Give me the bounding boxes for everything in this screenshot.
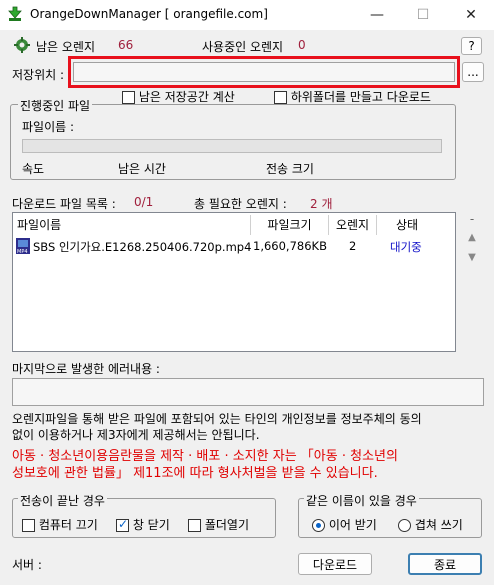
download-button-label: 다운로드 bbox=[312, 557, 358, 572]
overwrite-label: 겹쳐 쓰기 bbox=[414, 518, 463, 532]
open-folder-option[interactable]: 폴더열기 bbox=[188, 516, 249, 533]
check-space-label: 남은 저장공간 계산 bbox=[138, 90, 235, 104]
table-row[interactable]: MP4 SBS 인기가요.E1268.250406.720p.mp4 1,660… bbox=[13, 237, 455, 255]
row-orange: 2 bbox=[349, 239, 357, 253]
subfolder-label: 하위폴더를 만들고 다운로드 bbox=[290, 90, 431, 104]
move-up-button[interactable]: ▲ bbox=[464, 232, 480, 246]
row-size: 1,660,786KB bbox=[253, 239, 327, 253]
open-folder-label: 폴더열기 bbox=[204, 518, 249, 532]
download-arrow-icon bbox=[8, 6, 22, 21]
close-window-option[interactable]: 창 닫기 bbox=[116, 516, 170, 533]
subfolder-checkbox[interactable] bbox=[274, 91, 287, 104]
in-use-orange-label: 사용중인 오렌지 bbox=[202, 40, 284, 54]
resume-option[interactable]: 이어 받기 bbox=[312, 516, 377, 533]
title-bar[interactable]: OrangeDownManager [ orangefile.com] — ☐ … bbox=[0, 0, 494, 30]
close-window-checkbox[interactable] bbox=[116, 517, 129, 532]
gear-icon bbox=[14, 37, 30, 53]
same-name-label: 같은 이름이 있을 경우 bbox=[304, 492, 419, 509]
download-count-label: 다운로드 파일 목록 : bbox=[12, 197, 116, 211]
resume-label: 이어 받기 bbox=[328, 518, 377, 532]
browse-button[interactable]: ... bbox=[462, 62, 484, 82]
after-transfer-label: 전송이 끝난 경우 bbox=[18, 492, 107, 509]
legal-warning-line: 아동 · 청소년이용음란물을 제작 · 배포 · 소지한 자는 「아동 · 청소… bbox=[12, 449, 398, 464]
pc-off-checkbox[interactable] bbox=[22, 519, 35, 532]
pc-off-label: 컴퓨터 끄기 bbox=[38, 518, 98, 532]
browse-label: ... bbox=[467, 65, 479, 79]
overwrite-radio[interactable] bbox=[398, 519, 411, 532]
total-orange-value: 2 개 bbox=[310, 197, 333, 211]
privacy-notice-line: 오렌지파일을 통해 받은 파일에 포함되어 있는 타인의 개인정보를 정보주체의… bbox=[12, 412, 422, 426]
column-header-label: 상태 bbox=[395, 218, 419, 232]
progress-group-label: 진행중인 파일 bbox=[18, 97, 93, 114]
column-header-size[interactable]: 파일크기 bbox=[251, 215, 329, 235]
legal-warning: 아동 · 청소년이용음란물을 제작 · 배포 · 소지한 자는 「아동 · 청소… bbox=[12, 448, 398, 482]
remaining-orange-label: 남은 오렌지 bbox=[36, 40, 96, 54]
time-left-label: 남은 시간 bbox=[118, 162, 166, 176]
arrow-up-icon: ▲ bbox=[468, 232, 476, 243]
column-header-orange[interactable]: 오렌지 bbox=[329, 215, 377, 235]
in-use-orange-value: 0 bbox=[298, 38, 306, 52]
minimize-icon: — bbox=[370, 7, 384, 23]
remaining-orange-value: 66 bbox=[118, 38, 134, 52]
check-space-option[interactable]: 남은 저장공간 계산 bbox=[122, 88, 235, 105]
overwrite-option[interactable]: 겹쳐 쓰기 bbox=[398, 516, 463, 533]
move-down-button[interactable]: ▼ bbox=[464, 252, 480, 266]
exit-button-label: 종료 bbox=[433, 557, 457, 572]
legal-warning-line: 성보호에 관한 법률」 제11조에 따라 형사처벌을 받을 수 있습니다. bbox=[12, 466, 378, 481]
privacy-notice-line: 없이 이용하거나 제3자에게 제공해서는 안됩니다. bbox=[12, 428, 260, 442]
close-icon: ✕ bbox=[465, 7, 477, 23]
download-button[interactable]: 다운로드 bbox=[298, 553, 372, 575]
maximize-button[interactable]: ☐ bbox=[400, 0, 446, 30]
column-header-filename[interactable]: 파일이름 bbox=[13, 215, 251, 235]
error-label: 마지막으로 발생한 에러내용 : bbox=[12, 362, 160, 376]
maximize-icon: ☐ bbox=[416, 7, 430, 23]
column-header-status[interactable]: 상태 bbox=[377, 215, 437, 235]
help-button[interactable]: ? bbox=[461, 37, 482, 55]
minimize-button[interactable]: — bbox=[354, 0, 400, 30]
close-window-label: 창 닫기 bbox=[132, 518, 170, 532]
check-space-checkbox[interactable] bbox=[122, 91, 135, 104]
speed-label: 속도 bbox=[22, 162, 45, 176]
column-header-label: 파일이름 bbox=[17, 218, 62, 232]
row-status: 대기중 bbox=[390, 240, 422, 254]
column-header-label: 파일크기 bbox=[267, 218, 312, 232]
save-location-label: 저장위치 : bbox=[12, 68, 65, 82]
server-label: 서버 : bbox=[12, 558, 42, 572]
total-orange-label: 총 필요한 오렌지 : bbox=[194, 197, 287, 211]
exit-button[interactable]: 종료 bbox=[408, 553, 482, 575]
remove-item-button[interactable]: - bbox=[464, 212, 480, 226]
column-header-label: 오렌지 bbox=[335, 218, 370, 232]
close-button[interactable]: ✕ bbox=[448, 0, 494, 30]
help-label: ? bbox=[468, 39, 475, 53]
video-file-icon: MP4 bbox=[16, 238, 30, 254]
download-list[interactable]: 파일이름 파일크기 오렌지 상태 MP4 SBS 인기가요.E1268.2504… bbox=[12, 212, 456, 352]
resume-radio[interactable] bbox=[312, 519, 325, 532]
save-path-input[interactable] bbox=[73, 62, 455, 82]
window-title: OrangeDownManager [ orangefile.com] bbox=[30, 7, 268, 21]
svg-text:MP4: MP4 bbox=[17, 249, 28, 254]
minus-icon: - bbox=[469, 212, 475, 226]
transfer-size-label: 전송 크기 bbox=[266, 162, 314, 176]
pc-off-option[interactable]: 컴퓨터 끄기 bbox=[22, 516, 98, 533]
arrow-down-icon: ▼ bbox=[468, 252, 476, 263]
filename-label: 파일이름 : bbox=[22, 120, 75, 134]
subfolder-option[interactable]: 하위폴더를 만들고 다운로드 bbox=[274, 88, 431, 105]
download-count-value: 0/1 bbox=[134, 195, 154, 209]
row-filename: SBS 인기가요.E1268.250406.720p.mp4 bbox=[33, 240, 252, 254]
error-field bbox=[12, 378, 484, 406]
privacy-notice: 오렌지파일을 통해 받은 파일에 포함되어 있는 타인의 개인정보를 정보주체의… bbox=[12, 411, 422, 443]
progress-bar bbox=[22, 139, 442, 153]
open-folder-checkbox[interactable] bbox=[188, 519, 201, 532]
